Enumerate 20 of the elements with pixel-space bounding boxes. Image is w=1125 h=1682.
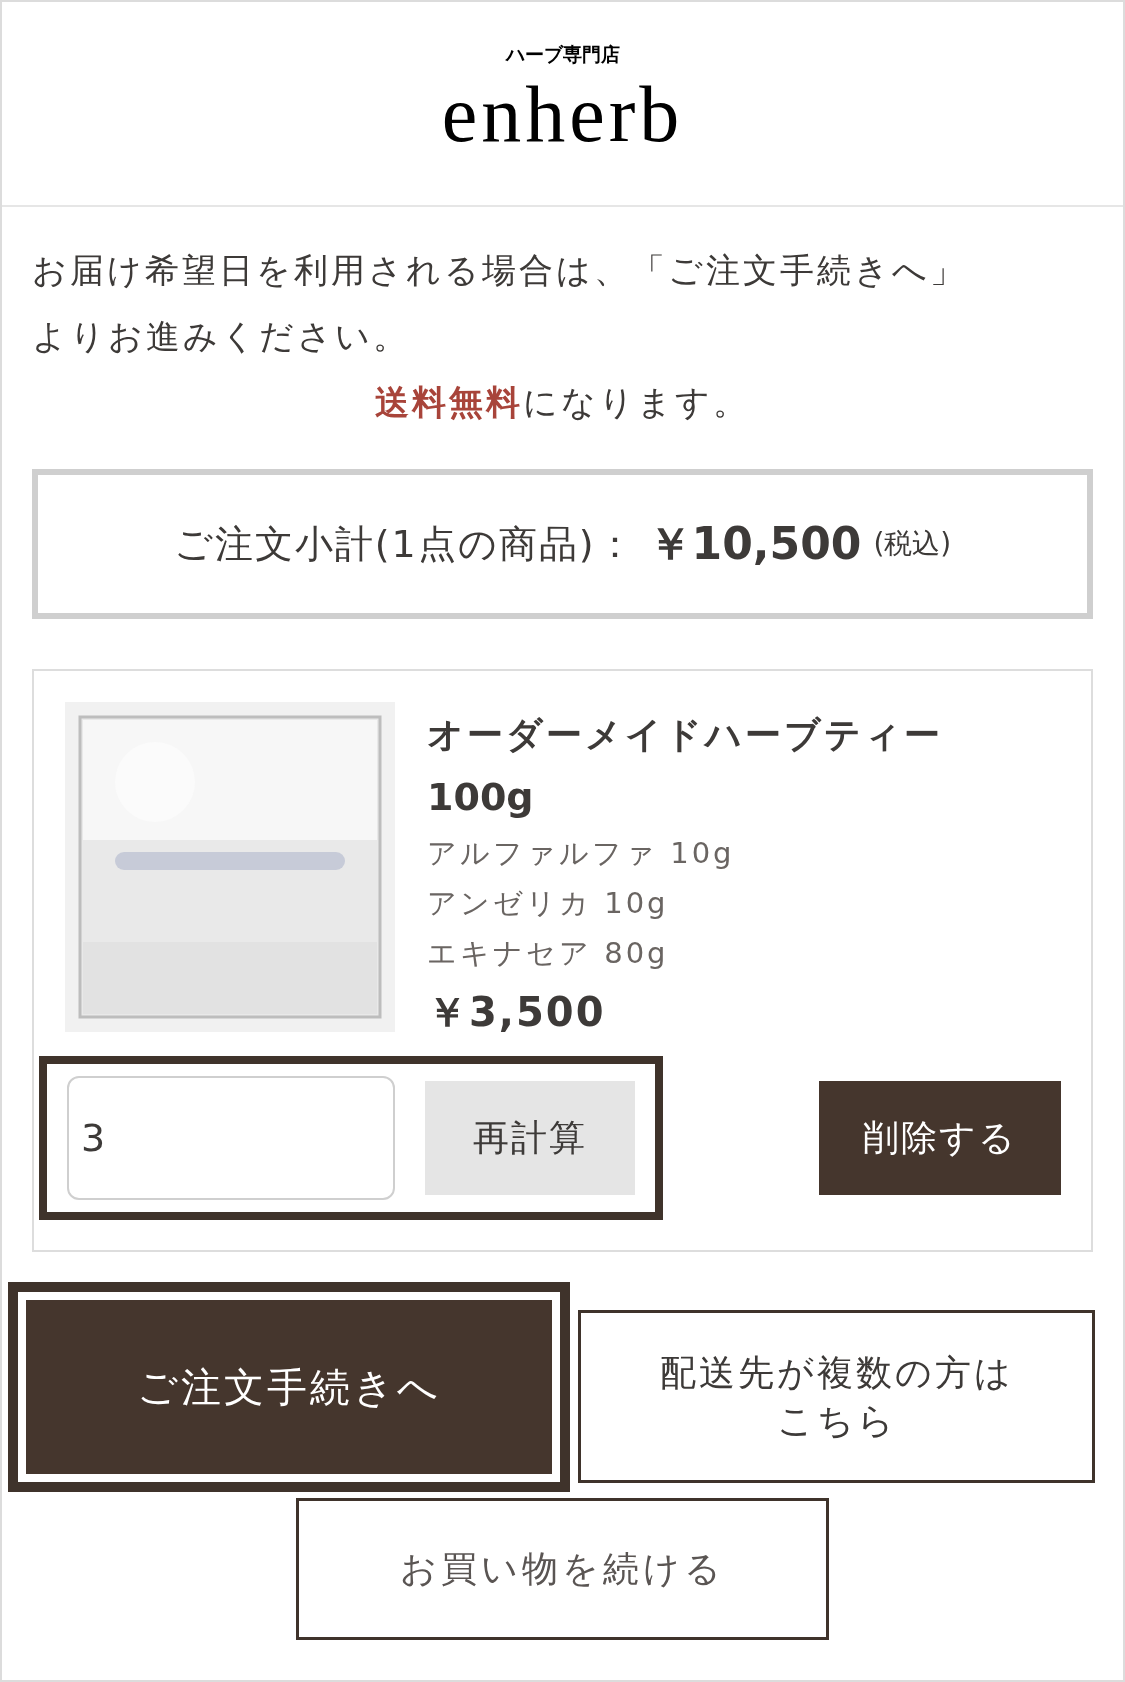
checkout-button[interactable]: ご注文手続きへ bbox=[26, 1300, 552, 1474]
continue-shopping-button[interactable]: お買い物を続ける bbox=[296, 1498, 829, 1640]
product-option: アルファルファ 10g bbox=[427, 828, 943, 878]
multi-address-button[interactable]: 配送先が複数の方は こちら bbox=[578, 1310, 1095, 1483]
tax-note: (税込) bbox=[873, 526, 952, 562]
product-option: エキナセア 80g bbox=[427, 928, 943, 978]
subtotal-amount: ￥10,500 bbox=[647, 517, 862, 571]
recalculate-button[interactable]: 再計算 bbox=[425, 1081, 635, 1195]
product-option: アンゼリカ 10g bbox=[427, 878, 943, 928]
shipping-notice: 送料無料になります。 bbox=[375, 381, 750, 424]
delete-button[interactable]: 削除する bbox=[819, 1081, 1061, 1195]
product-size: 100g bbox=[427, 774, 535, 821]
notice-text: よりお進みください。 bbox=[32, 315, 411, 358]
product-price: ￥3,500 bbox=[427, 988, 607, 1037]
subtotal-label: ご注文小計(1点の商品)： bbox=[173, 520, 636, 568]
notice-text: お届け希望日を利用される場合は、「ご注文手続きへ」 bbox=[32, 249, 968, 292]
quantity-field[interactable]: 3 bbox=[67, 1076, 395, 1200]
logo-tagline: ハーブ専門店 bbox=[505, 42, 620, 67]
product-name[interactable]: オーダーメイドハーブティー bbox=[427, 704, 943, 766]
logo[interactable]: enherb bbox=[441, 68, 684, 159]
